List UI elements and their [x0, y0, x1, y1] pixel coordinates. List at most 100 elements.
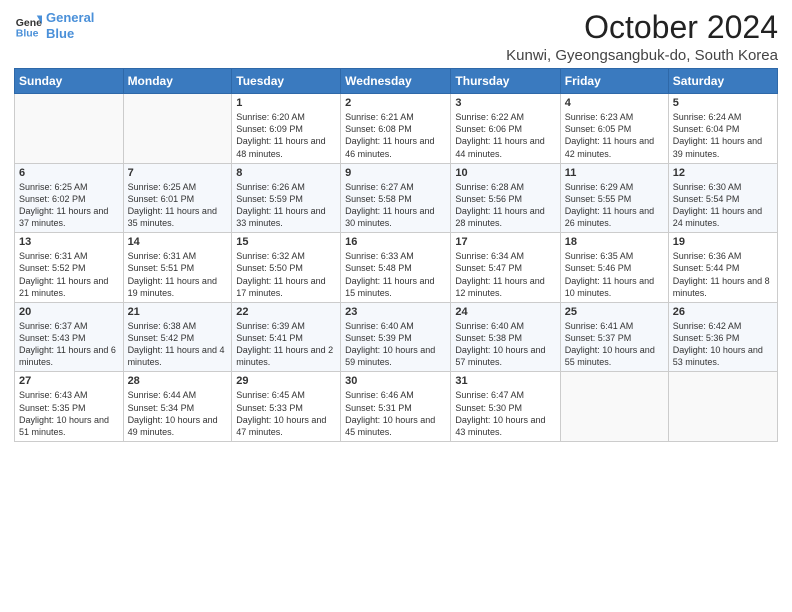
calendar-cell: 20Sunrise: 6:37 AMSunset: 5:43 PMDayligh…: [15, 302, 124, 372]
calendar-cell: 5 Sunrise: 6:24 AMSunset: 6:04 PMDaylight…: [668, 94, 777, 164]
day-number: 25: [565, 306, 664, 318]
day-number: 23: [345, 306, 446, 318]
day-number: 15: [236, 236, 336, 248]
calendar-cell: 26Sunrise: 6:42 AMSunset: 5:36 PMDayligh…: [668, 302, 777, 372]
weekday-header-sunday: Sunday: [15, 69, 124, 94]
calendar-cell: 31Sunrise: 6:47 AMSunset: 5:30 PMDayligh…: [451, 372, 560, 442]
day-info: Sunrise: 6:26 AMSunset: 5:59 PMDaylight:…: [236, 181, 336, 230]
day-number: 19: [673, 236, 773, 248]
day-number: 5: [673, 97, 773, 109]
day-info: Sunrise: 6:20 AMSunset: 6:09 PMDaylight:…: [236, 111, 336, 160]
calendar-table: SundayMondayTuesdayWednesdayThursdayFrid…: [14, 68, 778, 442]
logo: General Blue GeneralBlue: [14, 10, 94, 41]
day-info: Sunrise: 6:36 AMSunset: 5:44 PMDaylight:…: [673, 250, 773, 299]
calendar-cell: 12 Sunrise: 6:30 AMSunset: 5:54 PMDayligh…: [668, 163, 777, 233]
calendar-cell: 15 Sunrise: 6:32 AMSunset: 5:50 PMDayligh…: [232, 233, 341, 303]
calendar-cell: [668, 372, 777, 442]
day-number: 14: [128, 236, 228, 248]
calendar-cell: 2 Sunrise: 6:21 AMSunset: 6:08 PMDaylight…: [341, 94, 451, 164]
day-number: 13: [19, 236, 119, 248]
calendar-cell: 8Sunrise: 6:26 AMSunset: 5:59 PMDaylight…: [232, 163, 341, 233]
calendar-cell: 27 Sunrise: 6:43 AMSunset: 5:35 PMDayligh…: [15, 372, 124, 442]
logo-icon: General Blue: [14, 12, 42, 40]
day-number: 1: [236, 97, 336, 109]
calendar-cell: 11 Sunrise: 6:29 AMSunset: 5:55 PMDayligh…: [560, 163, 668, 233]
calendar-cell: [15, 94, 124, 164]
calendar-cell: 16 Sunrise: 6:33 AMSunset: 5:48 PMDayligh…: [341, 233, 451, 303]
calendar-cell: [123, 94, 232, 164]
day-info: Sunrise: 6:35 AMSunset: 5:46 PMDaylight:…: [565, 250, 664, 299]
calendar-cell: 21Sunrise: 6:38 AMSunset: 5:42 PMDayligh…: [123, 302, 232, 372]
day-number: 27: [19, 375, 119, 387]
calendar-cell: 22Sunrise: 6:39 AMSunset: 5:41 PMDayligh…: [232, 302, 341, 372]
main-title: October 2024: [506, 10, 778, 45]
day-number: 18: [565, 236, 664, 248]
day-info: Sunrise: 6:25 AMSunset: 6:01 PMDaylight:…: [128, 181, 228, 230]
calendar-header-row: SundayMondayTuesdayWednesdayThursdayFrid…: [15, 69, 778, 94]
calendar-cell: 1 Sunrise: 6:20 AMSunset: 6:09 PMDaylight…: [232, 94, 341, 164]
day-info: Sunrise: 6:29 AMSunset: 5:55 PMDaylight:…: [565, 181, 664, 230]
calendar-week-4: 20Sunrise: 6:37 AMSunset: 5:43 PMDayligh…: [15, 302, 778, 372]
day-number: 17: [455, 236, 555, 248]
day-info: Sunrise: 6:21 AMSunset: 6:08 PMDaylight:…: [345, 111, 446, 160]
day-info: Sunrise: 6:24 AMSunset: 6:04 PMDaylight:…: [673, 111, 773, 160]
weekday-header-saturday: Saturday: [668, 69, 777, 94]
calendar-cell: 28 Sunrise: 6:44 AMSunset: 5:34 PMDayligh…: [123, 372, 232, 442]
day-info: Sunrise: 6:22 AMSunset: 6:06 PMDaylight:…: [455, 111, 555, 160]
day-info: Sunrise: 6:44 AMSunset: 5:34 PMDaylight:…: [128, 389, 228, 438]
day-info: Sunrise: 6:45 AMSunset: 5:33 PMDaylight:…: [236, 389, 336, 438]
day-info: Sunrise: 6:40 AMSunset: 5:38 PMDaylight:…: [455, 320, 555, 369]
day-number: 26: [673, 306, 773, 318]
day-number: 28: [128, 375, 228, 387]
calendar-cell: [560, 372, 668, 442]
day-number: 4: [565, 97, 664, 109]
day-info: Sunrise: 6:30 AMSunset: 5:54 PMDaylight:…: [673, 181, 773, 230]
day-number: 20: [19, 306, 119, 318]
day-info: Sunrise: 6:40 AMSunset: 5:39 PMDaylight:…: [345, 320, 446, 369]
day-info: Sunrise: 6:43 AMSunset: 5:35 PMDaylight:…: [19, 389, 119, 438]
calendar-cell: 24 Sunrise: 6:40 AMSunset: 5:38 PMDayligh…: [451, 302, 560, 372]
calendar-cell: 9Sunrise: 6:27 AMSunset: 5:58 PMDaylight…: [341, 163, 451, 233]
day-info: Sunrise: 6:46 AMSunset: 5:31 PMDaylight:…: [345, 389, 446, 438]
day-info: Sunrise: 6:31 AMSunset: 5:51 PMDaylight:…: [128, 250, 228, 299]
calendar-cell: 30Sunrise: 6:46 AMSunset: 5:31 PMDayligh…: [341, 372, 451, 442]
day-info: Sunrise: 6:23 AMSunset: 6:05 PMDaylight:…: [565, 111, 664, 160]
title-block: October 2024 Kunwi, Gyeongsangbuk-do, So…: [506, 10, 778, 64]
calendar-week-2: 6Sunrise: 6:25 AMSunset: 6:02 PMDaylight…: [15, 163, 778, 233]
day-info: Sunrise: 6:31 AMSunset: 5:52 PMDaylight:…: [19, 250, 119, 299]
day-number: 11: [565, 167, 664, 179]
day-number: 6: [19, 167, 119, 179]
calendar-cell: 4 Sunrise: 6:23 AMSunset: 6:05 PMDaylight…: [560, 94, 668, 164]
weekday-header-monday: Monday: [123, 69, 232, 94]
day-number: 2: [345, 97, 446, 109]
calendar-cell: 7 Sunrise: 6:25 AMSunset: 6:01 PMDaylight…: [123, 163, 232, 233]
calendar-cell: 18 Sunrise: 6:35 AMSunset: 5:46 PMDayligh…: [560, 233, 668, 303]
day-info: Sunrise: 6:32 AMSunset: 5:50 PMDaylight:…: [236, 250, 336, 299]
day-info: Sunrise: 6:47 AMSunset: 5:30 PMDaylight:…: [455, 389, 555, 438]
svg-text:Blue: Blue: [16, 27, 39, 39]
calendar-week-1: 1 Sunrise: 6:20 AMSunset: 6:09 PMDaylight…: [15, 94, 778, 164]
day-info: Sunrise: 6:39 AMSunset: 5:41 PMDaylight:…: [236, 320, 336, 369]
day-number: 29: [236, 375, 336, 387]
page: General Blue GeneralBlue October 2024 Ku…: [0, 0, 792, 612]
day-info: Sunrise: 6:28 AMSunset: 5:56 PMDaylight:…: [455, 181, 555, 230]
day-number: 3: [455, 97, 555, 109]
day-number: 16: [345, 236, 446, 248]
day-number: 9: [345, 167, 446, 179]
calendar-week-5: 27 Sunrise: 6:43 AMSunset: 5:35 PMDayligh…: [15, 372, 778, 442]
logo-text: GeneralBlue: [46, 10, 94, 41]
day-number: 12: [673, 167, 773, 179]
calendar-week-3: 13 Sunrise: 6:31 AMSunset: 5:52 PMDayligh…: [15, 233, 778, 303]
weekday-header-wednesday: Wednesday: [341, 69, 451, 94]
calendar-cell: 10Sunrise: 6:28 AMSunset: 5:56 PMDayligh…: [451, 163, 560, 233]
day-number: 24: [455, 306, 555, 318]
calendar-cell: 19 Sunrise: 6:36 AMSunset: 5:44 PMDayligh…: [668, 233, 777, 303]
day-info: Sunrise: 6:34 AMSunset: 5:47 PMDaylight:…: [455, 250, 555, 299]
calendar-cell: 29 Sunrise: 6:45 AMSunset: 5:33 PMDayligh…: [232, 372, 341, 442]
day-info: Sunrise: 6:33 AMSunset: 5:48 PMDaylight:…: [345, 250, 446, 299]
calendar-cell: 23 Sunrise: 6:40 AMSunset: 5:39 PMDayligh…: [341, 302, 451, 372]
day-info: Sunrise: 6:38 AMSunset: 5:42 PMDaylight:…: [128, 320, 228, 369]
weekday-header-friday: Friday: [560, 69, 668, 94]
day-number: 7: [128, 167, 228, 179]
calendar-cell: 13 Sunrise: 6:31 AMSunset: 5:52 PMDayligh…: [15, 233, 124, 303]
